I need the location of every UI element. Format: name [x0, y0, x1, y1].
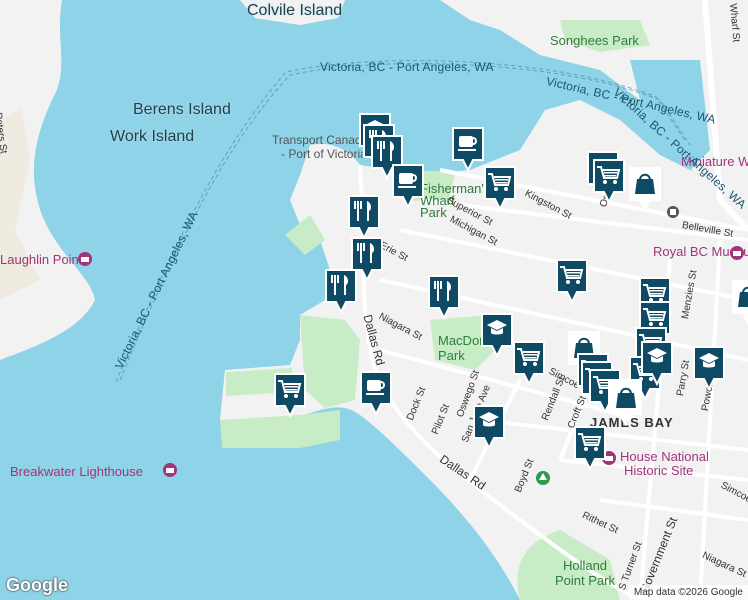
cafe-marker[interactable] — [391, 163, 425, 209]
grocery-marker[interactable] — [555, 258, 589, 304]
grocery-icon — [274, 373, 306, 418]
cafe-marker[interactable] — [451, 126, 485, 172]
park-tree-icon[interactable] — [535, 470, 551, 486]
shopping-marker[interactable] — [609, 380, 643, 426]
school-icon — [481, 313, 513, 358]
transit-icon[interactable] — [666, 205, 680, 219]
cafe-icon — [360, 371, 392, 416]
restaurant-icon — [325, 269, 357, 314]
laughlin-point-poi-icon[interactable] — [77, 251, 93, 267]
grocery-icon — [593, 159, 625, 204]
grocery-marker[interactable] — [592, 158, 626, 204]
grocery-marker[interactable] — [483, 165, 517, 211]
school-marker[interactable] — [480, 312, 514, 358]
grocery-marker[interactable] — [573, 425, 607, 471]
restaurant-marker[interactable] — [324, 268, 358, 314]
grocery-icon — [513, 341, 545, 386]
school-marker[interactable] — [692, 345, 726, 391]
school-marker[interactable] — [640, 340, 674, 386]
school-marker[interactable] — [472, 404, 506, 450]
shopping-icon — [610, 381, 642, 426]
restaurant-marker[interactable] — [427, 274, 461, 320]
shopping-icon — [732, 280, 748, 325]
cafe-marker[interactable] — [359, 370, 393, 416]
royal-bc-museum-poi-icon[interactable] — [729, 245, 745, 261]
school-icon — [473, 405, 505, 450]
cafe-icon — [392, 164, 424, 209]
map-base-layer — [0, 0, 748, 600]
grocery-icon — [556, 259, 588, 304]
map-attribution[interactable]: Map data ©2026 Google — [628, 585, 748, 600]
restaurant-marker[interactable] — [347, 194, 381, 240]
grocery-marker[interactable] — [512, 340, 546, 386]
restaurant-icon — [428, 275, 460, 320]
grocery-marker[interactable] — [273, 372, 307, 418]
school-icon — [693, 346, 725, 391]
grocery-icon — [574, 426, 606, 471]
school-icon — [641, 341, 673, 386]
shopping-marker[interactable] — [731, 279, 748, 325]
restaurant-icon — [348, 195, 380, 240]
map-canvas[interactable]: Colvile Island Berens Island Work Island… — [0, 0, 748, 600]
grocery-icon — [484, 166, 516, 211]
shopping-icon — [629, 167, 661, 212]
breakwater-lighthouse-poi-icon[interactable] — [162, 462, 178, 478]
cafe-icon — [452, 127, 484, 172]
shopping-marker[interactable] — [628, 166, 662, 212]
google-logo: Google — [6, 575, 68, 595]
